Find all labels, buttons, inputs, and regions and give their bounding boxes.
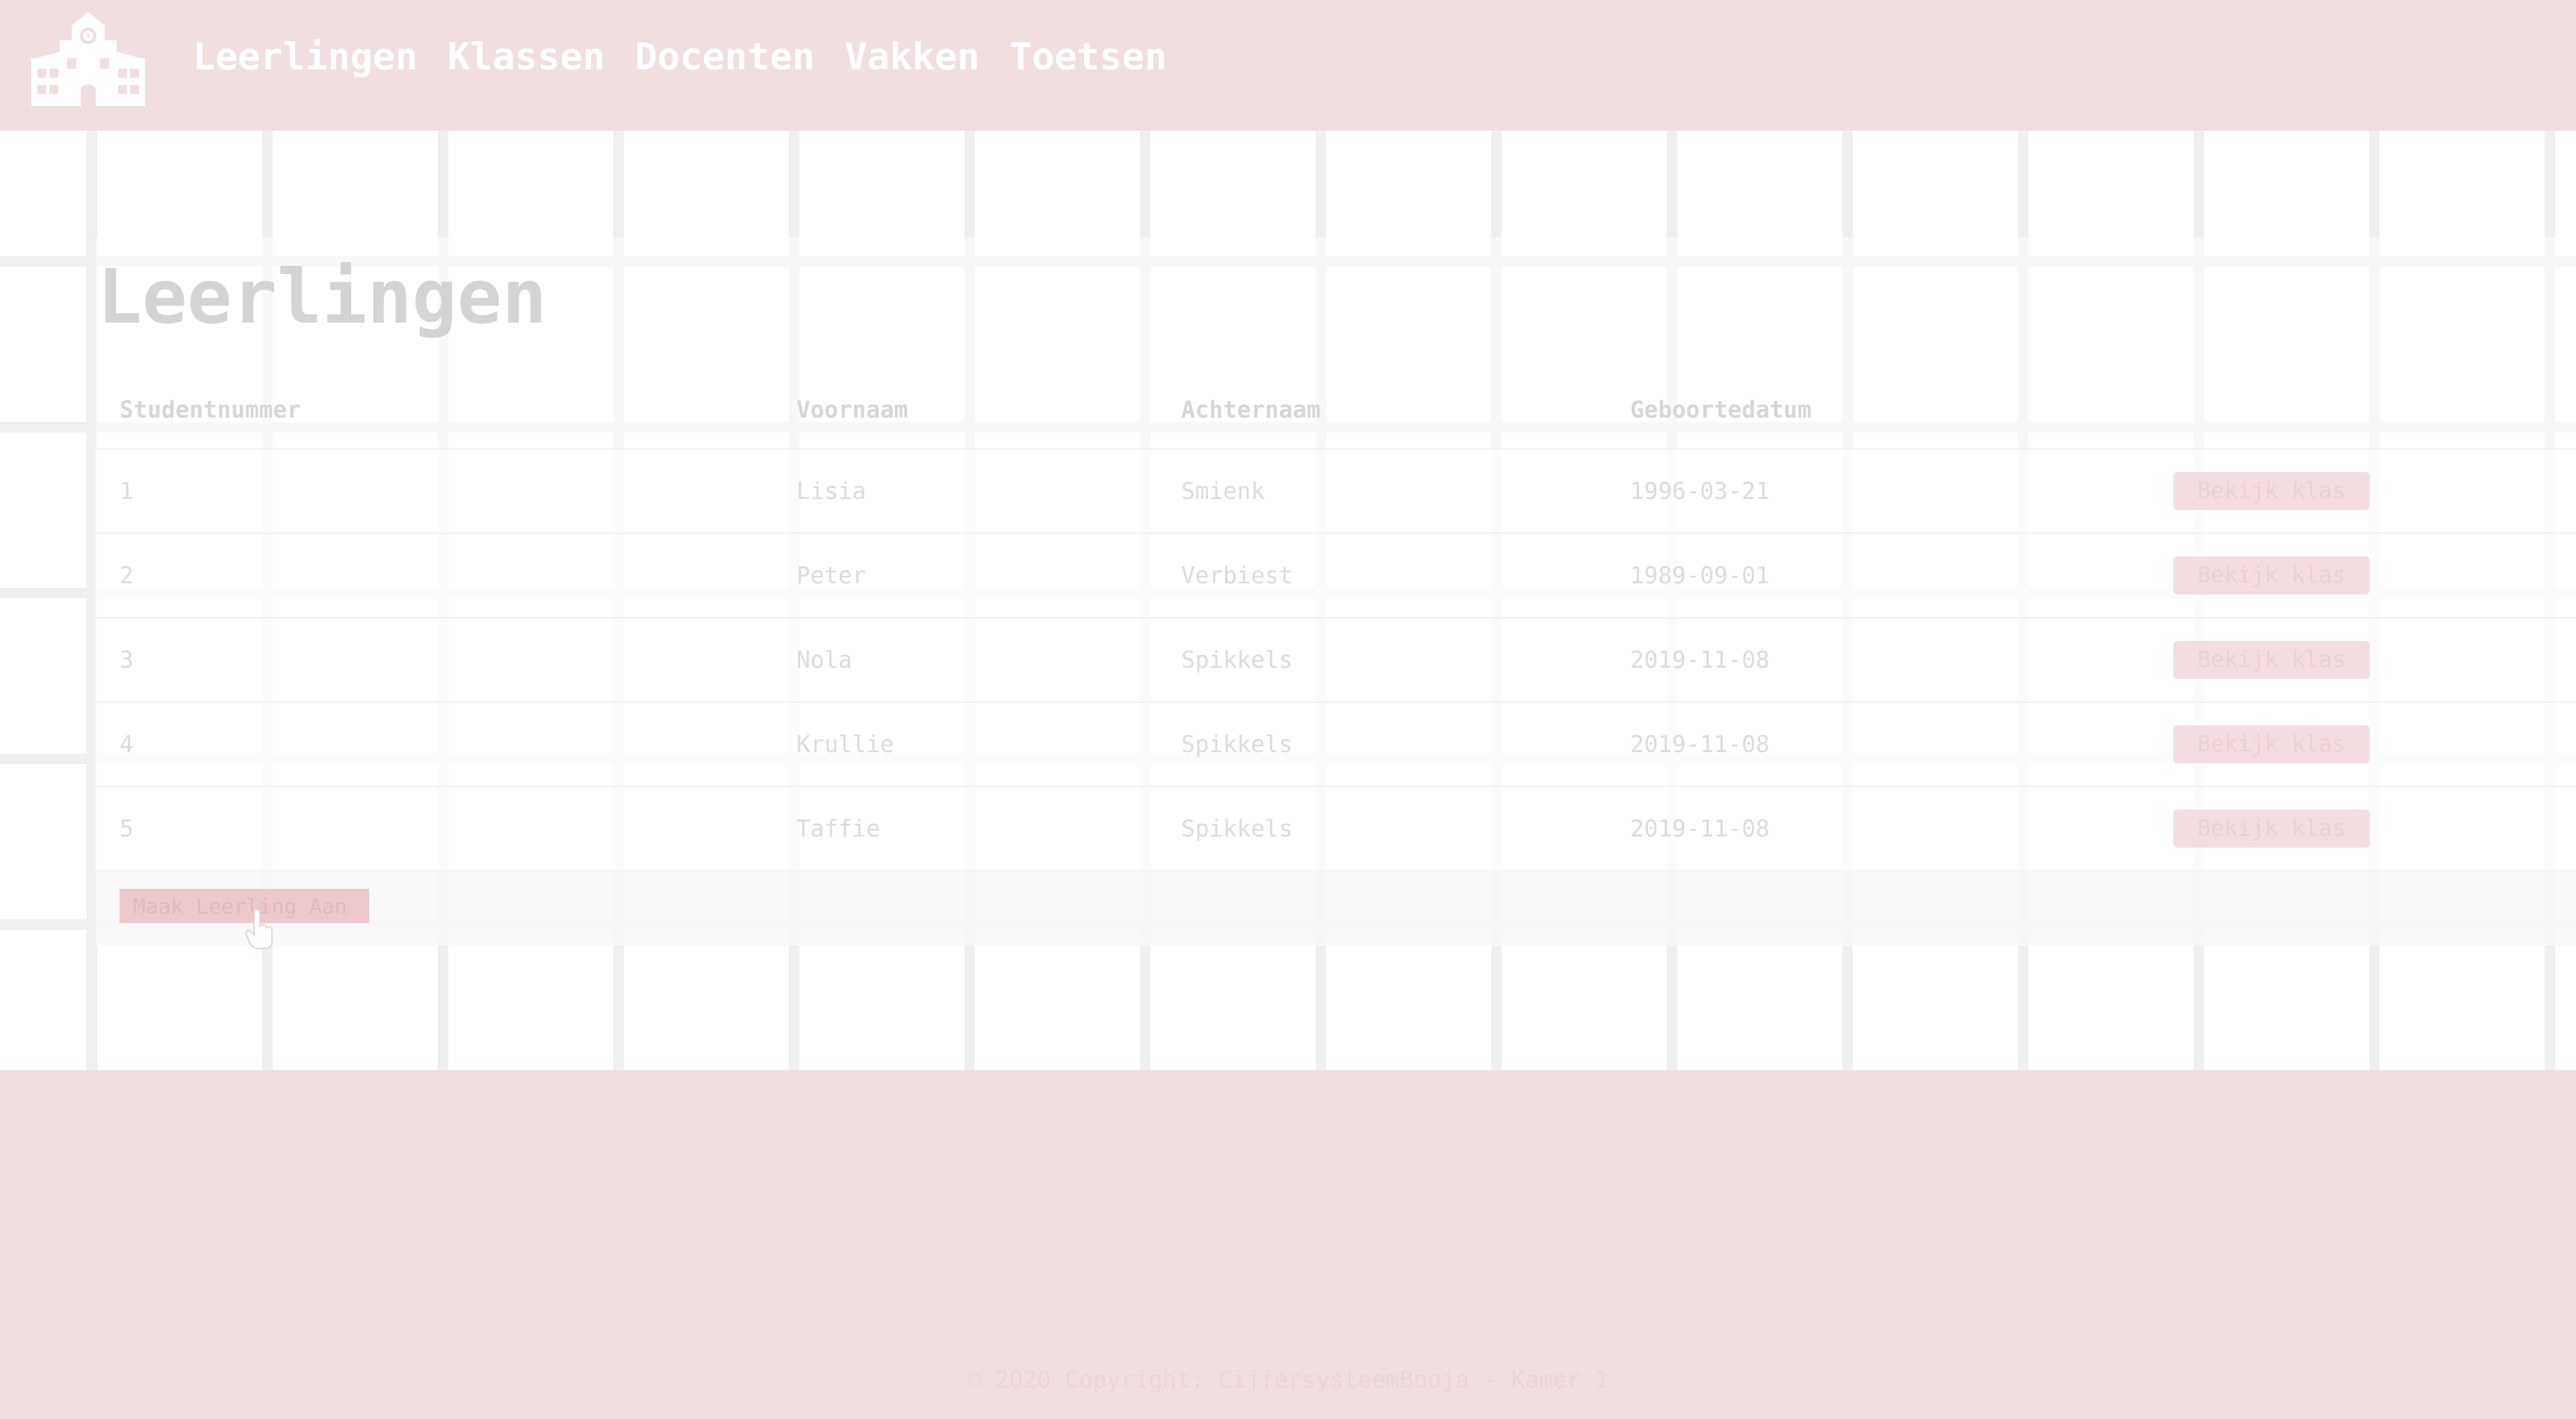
table-header-row: Studentnummer Voornaam Achternaam Geboor… [96,372,2576,450]
cell-voornaam: Nola [773,618,1157,703]
cell-action: Bekijk klas [2149,533,2576,618]
header-studentnummer: Studentnummer [96,372,773,450]
nav-link-toetsen[interactable]: Toetsen [1009,35,1167,78]
bekijk-klas-button[interactable]: Bekijk klas [2173,810,2370,848]
footer-copyright: © 2020 Copyright: CijfersysteemBooja - K… [967,1367,1609,1394]
cell-voornaam: Taffie [773,786,1157,872]
cell-action: Bekijk klas [2149,449,2576,534]
hand-pointer-icon [245,909,273,949]
cell-geboortedatum: 2019-11-08 [1606,786,2149,872]
bekijk-klas-button[interactable]: Bekijk klas [2173,641,2370,679]
bekijk-klas-button[interactable]: Bekijk klas [2173,725,2370,763]
students-table: Studentnummer Voornaam Achternaam Geboor… [96,372,2576,872]
cell-achternaam: Verbiest [1157,533,1606,618]
header-actions [2149,372,2576,450]
table-row: 3 Nola Spikkels 2019-11-08 Bekijk klas [96,618,2576,703]
header-voornaam: Voornaam [773,372,1157,450]
table-row: 5 Taffie Spikkels 2019-11-08 Bekijk klas [96,786,2576,872]
table-row: 4 Krullie Spikkels 2019-11-08 Bekijk kla… [96,702,2576,787]
nav-link-docenten[interactable]: Docenten [635,35,815,78]
cell-achternaam: Spikkels [1157,702,1606,787]
navbar: Leerlingen Klassen Docenten Vakken Toets… [0,0,2576,131]
cell-action: Bekijk klas [2149,618,2576,703]
cell-voornaam: Krullie [773,702,1157,787]
cell-achternaam: Spikkels [1157,618,1606,703]
school-building-icon[interactable] [27,10,149,108]
cell-voornaam: Lisia [773,449,1157,534]
cell-action: Bekijk klas [2149,702,2576,787]
header-achternaam: Achternaam [1157,372,1606,450]
add-student-row [96,869,2576,946]
nav-link-vakken[interactable]: Vakken [845,35,980,78]
nav-link-klassen[interactable]: Klassen [448,35,605,78]
page-title: Leerlingen [97,253,548,341]
cell-geboortedatum: 1989-09-01 [1606,533,2149,618]
nav-link-leerlingen[interactable]: Leerlingen [193,35,418,78]
cell-action: Bekijk klas [2149,786,2576,872]
add-student-button[interactable]: Maak Leerling Aan [120,889,369,923]
cell-geboortedatum: 1996-03-21 [1606,449,2149,534]
table-row: 1 Lisia Smienk 1996-03-21 Bekijk klas [96,449,2576,534]
table-row: 2 Peter Verbiest 1989-09-01 Bekijk klas [96,533,2576,618]
bekijk-klas-button[interactable]: Bekijk klas [2173,556,2370,594]
cell-studentnummer: 4 [96,702,773,787]
cell-voornaam: Peter [773,533,1157,618]
cell-geboortedatum: 2019-11-08 [1606,618,2149,703]
bekijk-klas-button[interactable]: Bekijk klas [2173,472,2370,510]
cell-studentnummer: 3 [96,618,773,703]
header-geboortedatum: Geboortedatum [1606,372,2149,450]
cell-studentnummer: 5 [96,786,773,872]
cell-studentnummer: 2 [96,533,773,618]
main-nav: Leerlingen Klassen Docenten Vakken Toets… [193,28,1167,85]
cell-studentnummer: 1 [96,449,773,534]
cell-geboortedatum: 2019-11-08 [1606,702,2149,787]
cell-achternaam: Spikkels [1157,786,1606,872]
cell-achternaam: Smienk [1157,449,1606,534]
